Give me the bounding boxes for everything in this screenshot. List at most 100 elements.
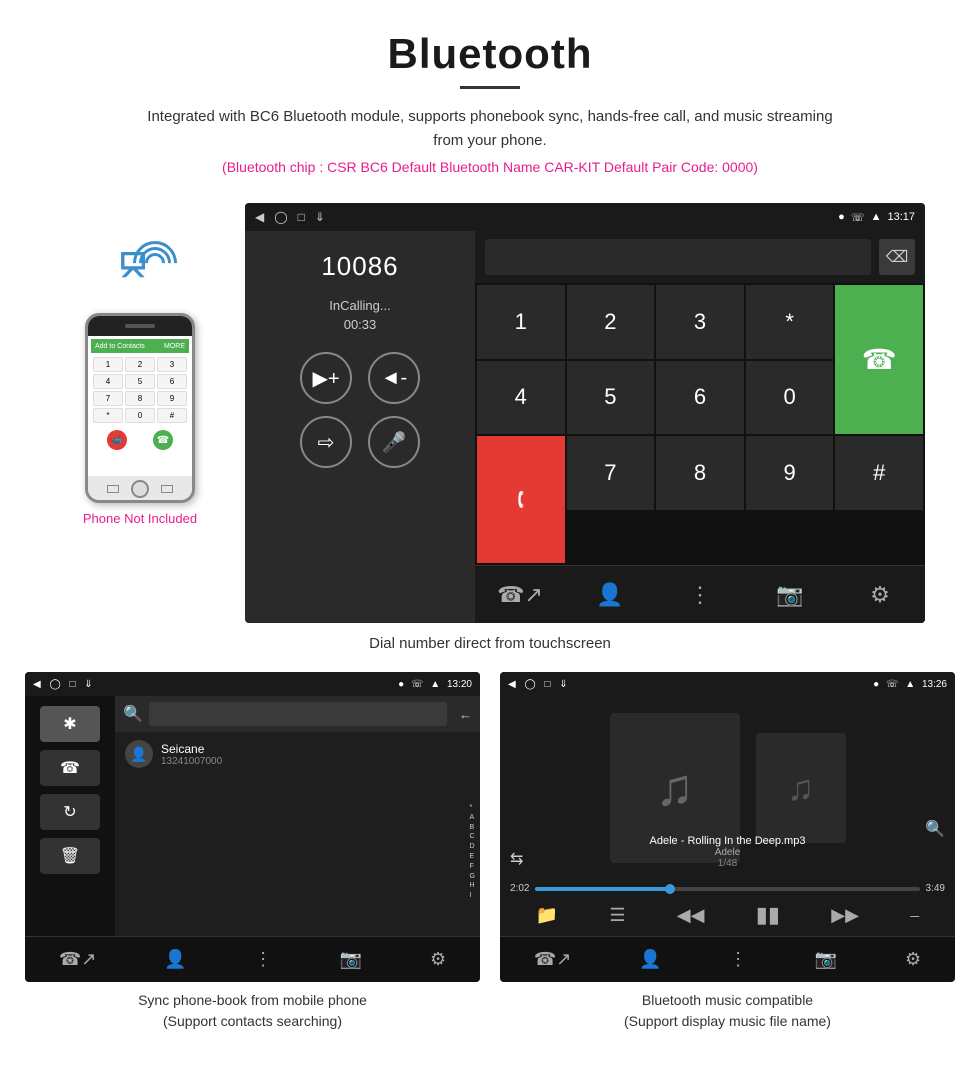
keypad-0[interactable]: 0 — [746, 361, 834, 435]
recent-icon: □ — [298, 210, 305, 224]
transfer-button[interactable]: ⇨ — [300, 416, 352, 468]
volume-down-button[interactable]: ◄- — [368, 352, 420, 404]
dial-status: InCalling... — [329, 298, 390, 313]
mu-recent-icon: □ — [544, 679, 550, 690]
nav-icons: ◀ ◯ □ ⇓ — [255, 210, 325, 224]
pb-nav-calls[interactable]: ☎↗ — [59, 949, 97, 970]
alpha-E[interactable]: E — [470, 852, 475, 862]
phone-mock-container: ⯳ Add to Contacts MORE 1 2 3 4 — [55, 203, 225, 526]
volume-up-button[interactable]: ▶+ — [300, 352, 352, 404]
keypad-2[interactable]: 2 — [567, 285, 655, 359]
music-content: ♫ ♫ ⇆ Adele - Rolling In the Deep.mp3 Ad… — [500, 696, 955, 936]
phone-key-hash: # — [157, 408, 187, 423]
phone-screen-header-text: Add to Contacts — [95, 343, 145, 350]
pb-nav-contacts[interactable]: 👤 — [164, 949, 186, 970]
music-progress-bar[interactable] — [535, 887, 919, 891]
keypad-4[interactable]: 4 — [477, 361, 565, 435]
alpha-B[interactable]: B — [470, 823, 475, 833]
location-icon: ● — [838, 211, 845, 223]
backspace-button[interactable]: ⌫ — [879, 239, 915, 275]
pb-back-arrow: ← — [459, 707, 472, 722]
phone-bottom-buttons: 📹 ☎ — [91, 427, 189, 453]
keypad-8[interactable]: 8 — [656, 436, 744, 510]
phone-key-7: 7 — [93, 391, 123, 406]
pb-search-icon: 🔍 — [123, 704, 143, 724]
nav-calls-icon[interactable]: ☎↗ — [500, 575, 540, 615]
bottom-screens: ◀ ◯ □ ⇓ ● ☏ ▲ 13:20 ✱ ☎ ↻ — [0, 672, 980, 1032]
pb-nav-dialpad[interactable]: ⋮ — [254, 949, 272, 970]
phone-key-2: 2 — [125, 357, 155, 372]
alpha-C[interactable]: C — [470, 832, 475, 842]
playlist-icon[interactable]: ☰ — [609, 905, 625, 926]
mu-back-icon: ◀ — [508, 679, 516, 690]
music-album-row: ♫ ♫ ⇆ Adele - Rolling In the Deep.mp3 Ad… — [500, 696, 955, 879]
mu-nav-settings[interactable]: ⚙ — [905, 949, 921, 970]
dial-text-input[interactable] — [485, 239, 871, 275]
keypad-9[interactable]: 9 — [746, 436, 834, 510]
next-track-icon[interactable]: ▶▶ — [831, 905, 859, 926]
keypad-star[interactable]: * — [746, 285, 834, 359]
download-icon: ⇓ — [315, 210, 325, 224]
call-end-button[interactable]: 🕻 — [477, 436, 565, 563]
contact-row[interactable]: 👤 Seicane 13241007000 — [115, 732, 480, 776]
keypad-5[interactable]: 5 — [567, 361, 655, 435]
pb-nav-transfer[interactable]: 📷 — [340, 949, 362, 970]
wifi-icon: ▲ — [871, 211, 882, 223]
pb-nav-settings[interactable]: ⚙ — [430, 949, 446, 970]
phonebook-caption-line2: (Support contacts searching) — [163, 1013, 342, 1029]
pb-recent-icon: □ — [69, 679, 75, 690]
music-search-icon[interactable]: 🔍 — [925, 819, 945, 839]
phonebook-bottom-nav: ☎↗ 👤 ⋮ 📷 ⚙ — [25, 936, 480, 982]
keypad-6[interactable]: 6 — [656, 361, 744, 435]
contact-info: Seicane 13241007000 — [161, 742, 470, 767]
contact-avatar: 👤 — [125, 740, 153, 768]
pb-call-sidebar-icon[interactable]: ☎ — [40, 750, 100, 786]
alpha-D[interactable]: D — [470, 842, 475, 852]
pb-search-input[interactable] — [149, 702, 447, 726]
pb-delete-icon[interactable]: 🗑 — [40, 838, 100, 874]
keypad-3[interactable]: 3 — [656, 285, 744, 359]
pb-refresh-icon[interactable]: ↻ — [40, 794, 100, 830]
alpha-star[interactable]: * — [470, 803, 475, 813]
dial-right-panel: ⌫ 1 2 3 * ☎ 4 5 6 0 🕻 7 8 9 # — [475, 231, 925, 623]
folder-icon[interactable]: 📁 — [536, 905, 558, 926]
play-pause-icon[interactable]: ▮▮ — [756, 902, 780, 928]
nav-contacts-icon[interactable]: 👤 — [590, 575, 630, 615]
phonebook-right-icons: ● ☏ ▲ 13:20 — [398, 679, 472, 690]
nav-dialpad-icon[interactable]: ⋮ — [680, 575, 720, 615]
music-status-bar: ◀ ◯ □ ⇓ ● ☏ ▲ 13:26 — [500, 672, 955, 696]
progress-dot — [665, 884, 675, 894]
alpha-F[interactable]: F — [470, 862, 475, 872]
phone-speaker — [125, 324, 155, 328]
alpha-H[interactable]: H — [470, 881, 475, 891]
music-caption: Bluetooth music compatible (Support disp… — [500, 990, 955, 1032]
alpha-G[interactable]: G — [470, 872, 475, 882]
mu-location-icon: ● — [873, 679, 879, 690]
alpha-A[interactable]: A — [470, 813, 475, 823]
prev-track-icon[interactable]: ◀◀ — [677, 905, 705, 926]
phone-top-bar — [88, 316, 192, 336]
home-icon: ◯ — [274, 210, 287, 224]
nav-transfer-icon[interactable]: 📷 — [770, 575, 810, 615]
android-status-bar: ◀ ◯ □ ⇓ ● ☏ ▲ 13:17 — [245, 203, 925, 231]
mu-nav-transfer[interactable]: 📷 — [815, 949, 837, 970]
pb-bluetooth-icon[interactable]: ✱ — [40, 706, 100, 742]
equalizer-icon[interactable]: ⎯ — [910, 905, 919, 926]
music-nav-icons: ◀ ◯ □ ⇓ — [508, 679, 568, 690]
page-header: Bluetooth Integrated with BC6 Bluetooth … — [0, 0, 980, 203]
keypad-hash[interactable]: # — [835, 436, 923, 510]
keypad-1[interactable]: 1 — [477, 285, 565, 359]
mu-nav-dialpad[interactable]: ⋮ — [729, 949, 747, 970]
nav-settings-icon[interactable]: ⚙ — [860, 575, 900, 615]
phonebook-sidebar: ✱ ☎ ↻ 🗑 — [25, 696, 115, 936]
mu-nav-contacts[interactable]: 👤 — [639, 949, 661, 970]
keypad-7[interactable]: 7 — [567, 436, 655, 510]
phonebook-main: 🔍 ← 👤 Seicane 13241007000 * — [115, 696, 480, 936]
alpha-I[interactable]: I — [470, 891, 475, 901]
mu-wifi-icon: ▲ — [905, 679, 915, 690]
mu-nav-calls[interactable]: ☎↗ — [534, 949, 572, 970]
music-screen-block: ◀ ◯ □ ⇓ ● ☏ ▲ 13:26 ♫ — [500, 672, 955, 1032]
shuffle-icon[interactable]: ⇆ — [510, 849, 523, 869]
call-answer-button[interactable]: ☎ — [835, 285, 923, 434]
mute-button[interactable]: 🎤 — [368, 416, 420, 468]
